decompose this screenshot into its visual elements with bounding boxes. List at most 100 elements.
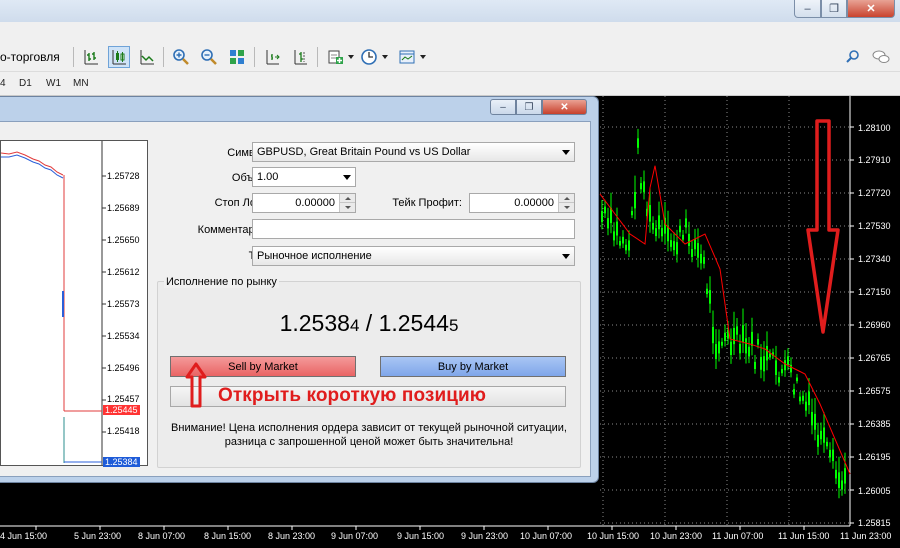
tick-price-label: 1.25457 (107, 394, 140, 404)
chevron-down-icon (343, 175, 351, 180)
spin-down-icon[interactable] (339, 203, 355, 212)
periods-dropdown-arrow[interactable] (382, 55, 388, 59)
candle-body (625, 244, 627, 251)
tick-price-label: 1.25534 (107, 331, 140, 341)
candle-body (682, 234, 684, 240)
chart-shift-icon[interactable] (261, 46, 283, 68)
timeframes-bar: 4 D1 W1 MN (0, 72, 900, 96)
candle-body (721, 341, 723, 346)
window-restore-button[interactable]: ❐ (821, 0, 847, 18)
tick-price-label: 1.25573 (107, 299, 140, 309)
spin-up-icon[interactable] (339, 194, 355, 203)
toolbar-separator (163, 47, 164, 67)
sell-button-label: Sell by Market (228, 360, 298, 373)
candlestick-chart-icon[interactable] (108, 46, 130, 68)
price-axis-label: 1.27530 (858, 221, 891, 231)
candle-body (733, 327, 735, 345)
candle-body (616, 221, 618, 236)
candle-body (604, 206, 606, 214)
time-axis-label: 8 Jun 15:00 (204, 531, 252, 541)
candle-body (760, 356, 762, 370)
tile-windows-icon[interactable] (226, 46, 248, 68)
candle-body (745, 338, 747, 354)
candle-body (835, 469, 837, 479)
order-type-select[interactable]: Рыночное исполнение (252, 246, 575, 266)
candle-body (712, 326, 714, 344)
take-profit-input[interactable]: 0.00000 (469, 193, 575, 213)
stop-loss-input[interactable]: 0.00000 (252, 193, 356, 213)
bar-chart-icon[interactable] (80, 46, 102, 68)
toolbar-separator (73, 47, 74, 67)
candle-body (751, 331, 753, 346)
templates-icon[interactable] (396, 46, 418, 68)
buy-by-market-button[interactable]: Buy by Market (380, 356, 566, 377)
time-axis-label: 9 Jun 15:00 (397, 531, 445, 541)
candle-body (676, 242, 678, 255)
candle-body (787, 356, 789, 365)
tick-price-label: 1.25612 (107, 267, 140, 277)
candle-body (694, 239, 696, 250)
candle-body (742, 325, 744, 342)
window-close-button[interactable]: ✕ (847, 0, 895, 18)
window-minimize-button[interactable]: – (794, 0, 821, 18)
dialog-minimize-button[interactable]: – (490, 99, 516, 115)
price-axis-label: 1.27910 (858, 155, 891, 165)
time-axis-label: 4 Jun 15:00 (0, 531, 48, 541)
ask-line (0, 151, 64, 176)
candle-body (826, 441, 828, 447)
time-axis-label: 10 Jun 23:00 (650, 531, 703, 541)
toolbar: о-торговля (0, 42, 900, 72)
dialog-close-button[interactable]: ✕ (542, 99, 587, 115)
chevron-down-icon (562, 150, 570, 155)
templates-dropdown-arrow[interactable] (420, 55, 426, 59)
candle-body (829, 449, 831, 458)
timeframe-h4[interactable]: 4 (0, 78, 6, 89)
search-icon[interactable] (842, 46, 864, 68)
candle-body (601, 211, 603, 223)
price-axis-label: 1.26005 (858, 486, 891, 496)
candle-body (775, 360, 777, 375)
chat-icon[interactable] (870, 46, 892, 68)
candle-body (793, 389, 795, 395)
warning-line: разница с запрошенной ценой может быть з… (224, 436, 514, 448)
spin-up-icon[interactable] (558, 194, 574, 203)
zoom-out-icon[interactable] (198, 46, 220, 68)
candle-body (730, 341, 732, 356)
zoom-in-icon[interactable] (170, 46, 192, 68)
indicators-icon[interactable] (324, 46, 346, 68)
price-axis-label: 1.26765 (858, 353, 891, 363)
time-axis-label: 8 Jun 07:00 (138, 531, 186, 541)
periods-clock-icon[interactable] (358, 46, 380, 68)
bid-price-tag: 1.25384 (103, 457, 140, 467)
candle-body (670, 240, 672, 247)
bid-price: 1.2538 (279, 310, 350, 336)
toolbar-separator (317, 47, 318, 67)
order-dialog-titlebar[interactable]: – ❐ ✕ (0, 97, 598, 121)
line-chart-icon[interactable] (136, 46, 158, 68)
time-axis-label: 11 Jun 07:00 (712, 531, 764, 541)
time-axis-label: 5 Jun 23:00 (74, 531, 122, 541)
comment-input[interactable] (252, 219, 575, 239)
ask-price-last-digit: 5 (448, 316, 459, 335)
price-axis-label: 1.26385 (858, 419, 891, 429)
candle-body (844, 468, 846, 484)
window-titlebar: – ❐ ✕ (0, 0, 900, 22)
indicators-dropdown-arrow[interactable] (348, 55, 354, 59)
candle-body (643, 181, 645, 193)
timeframe-w1[interactable]: W1 (46, 78, 61, 89)
market-execution-title: Исполнение по рынку (164, 276, 279, 288)
timeframe-mn[interactable]: MN (73, 78, 89, 89)
dialog-maximize-button[interactable]: ❐ (516, 99, 542, 115)
candle-body (754, 361, 756, 370)
volume-select[interactable]: 1.00 (252, 167, 356, 187)
time-axis-label: 9 Jun 07:00 (331, 531, 379, 541)
symbol-select[interactable]: GBPUSD, Great Britain Pound vs US Dollar (252, 142, 575, 162)
profile-label[interactable]: о-торговля (0, 50, 60, 64)
candle-body (823, 427, 825, 443)
autoscroll-icon[interactable] (289, 46, 311, 68)
candle-body (736, 326, 738, 335)
candle-body (748, 346, 750, 357)
spin-down-icon[interactable] (558, 203, 574, 212)
timeframe-d1[interactable]: D1 (19, 78, 32, 89)
candle-body (652, 222, 654, 230)
